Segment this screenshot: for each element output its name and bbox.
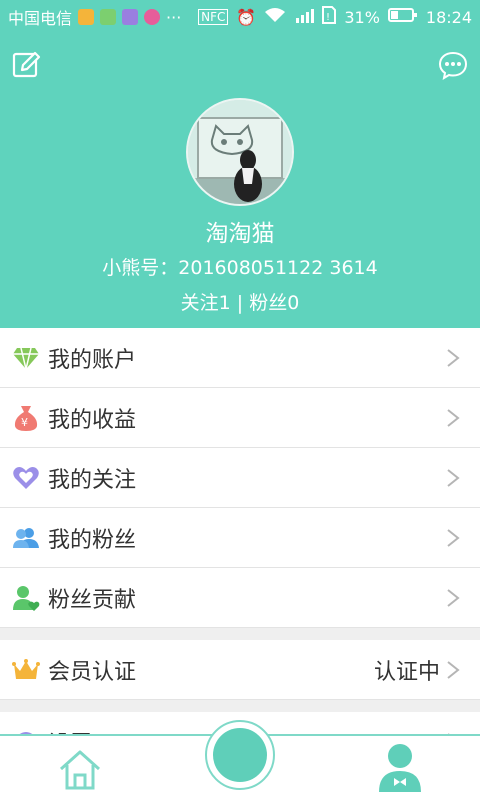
chevron-right-icon xyxy=(447,529,460,547)
edit-button[interactable] xyxy=(12,50,42,80)
section-divider xyxy=(0,628,480,640)
notification-app-icon xyxy=(144,9,161,25)
bottom-navigation xyxy=(0,720,480,800)
notification-app-icon xyxy=(78,9,95,25)
status-bar: 中国电信 ··· NFC ⏰ ! 31% 18:24 xyxy=(0,0,480,34)
chevron-right-icon xyxy=(447,589,460,607)
notification-app-icon xyxy=(122,9,139,25)
menu-item-label: 我的账户 xyxy=(48,347,137,373)
menu-item-label: 我的关注 xyxy=(48,467,137,493)
menu-item-earnings[interactable]: ¥ 我的收益 xyxy=(0,388,480,448)
user-heart-icon xyxy=(12,584,40,612)
message-button[interactable] xyxy=(438,50,468,81)
menu-list: 我的账户 ¥ 我的收益 我的关注 我的粉丝 粉丝贡献 会员认证 认证中 xyxy=(0,328,480,772)
more-notifications: ··· xyxy=(166,7,182,27)
home-icon xyxy=(59,750,101,790)
clock: 18:24 xyxy=(425,7,472,27)
signal-icon xyxy=(294,7,315,27)
menu-item-label: 粉丝贡献 xyxy=(48,587,137,613)
sim-icon: ! xyxy=(322,6,337,28)
crown-icon xyxy=(12,656,40,684)
menu-item-following[interactable]: 我的关注 xyxy=(0,448,480,508)
nickname: 淘淘猫 xyxy=(205,221,275,247)
section-divider xyxy=(0,700,480,712)
notification-app-icon xyxy=(100,9,117,25)
menu-item-account[interactable]: 我的账户 xyxy=(0,328,480,388)
diamond-icon xyxy=(12,344,40,372)
avatar[interactable] xyxy=(186,98,294,206)
avatar-image xyxy=(188,100,292,204)
svg-text:!: ! xyxy=(326,12,330,23)
battery-icon xyxy=(387,7,418,27)
menu-item-fans[interactable]: 我的粉丝 xyxy=(0,508,480,568)
menu-item-membership[interactable]: 会员认证 认证中 xyxy=(0,640,480,700)
battery-percent: 31% xyxy=(344,7,380,27)
menu-item-label: 会员认证 xyxy=(48,659,137,685)
menu-item-label: 我的粉丝 xyxy=(48,527,137,553)
center-action-button[interactable] xyxy=(205,720,275,790)
users-icon xyxy=(12,524,40,552)
alarm-icon: ⏰ xyxy=(236,7,257,27)
svg-text:¥: ¥ xyxy=(21,416,28,429)
record-button-icon xyxy=(213,728,267,782)
home-tab[interactable] xyxy=(58,748,102,792)
chevron-right-icon xyxy=(447,349,460,367)
menu-item-label: 我的收益 xyxy=(48,407,137,433)
heart-icon xyxy=(12,464,40,492)
profile-header: 淘淘猫 小熊号：201608051122 3614 关注1 | 粉丝0 xyxy=(0,34,480,328)
chevron-right-icon xyxy=(447,469,460,487)
carrier-label: 中国电信 xyxy=(8,9,73,28)
money-bag-icon: ¥ xyxy=(12,404,40,432)
nfc-icon: NFC xyxy=(198,9,229,25)
chevron-right-icon xyxy=(447,409,460,427)
chat-bubble-icon xyxy=(438,51,468,81)
follow-stats[interactable]: 关注1 | 粉丝0 xyxy=(0,288,480,315)
profile-icon xyxy=(379,744,421,792)
verification-status: 认证中 xyxy=(373,659,440,685)
user-id: 小熊号：201608051122 3614 xyxy=(102,257,378,279)
chevron-right-icon xyxy=(447,660,460,679)
wifi-icon xyxy=(264,7,286,27)
profile-tab[interactable] xyxy=(376,742,424,794)
edit-icon xyxy=(12,51,41,78)
menu-item-fan-contribution[interactable]: 粉丝贡献 xyxy=(0,568,480,628)
